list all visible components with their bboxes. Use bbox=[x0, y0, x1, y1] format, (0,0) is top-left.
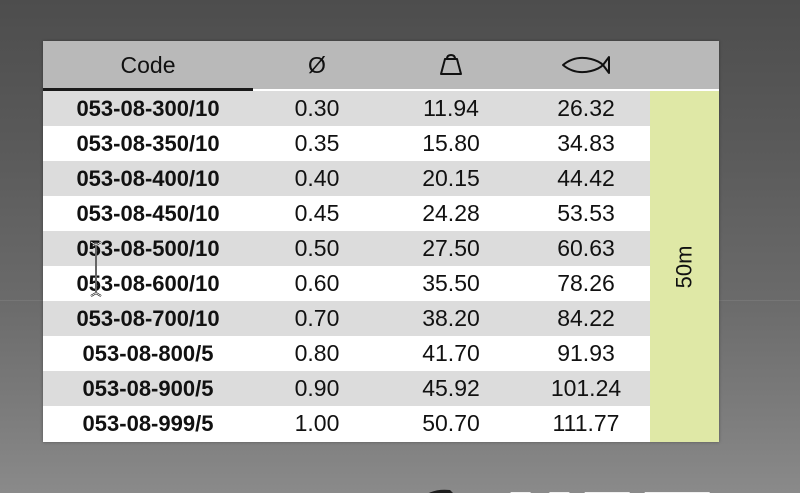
cell-diameter: 0.35 bbox=[294, 130, 340, 156]
table-body: 053-08-300/10 0.30 11.94 26.32 053-08-350/10… bbox=[43, 91, 651, 441]
cell-code: 053-08-700/10 bbox=[76, 306, 220, 331]
header-diameter: Ø bbox=[308, 51, 326, 78]
background-line bbox=[719, 300, 800, 301]
cell-diameter: 0.30 bbox=[294, 95, 340, 121]
table-row: 053-08-300/10 0.30 11.94 26.32 bbox=[43, 91, 651, 126]
table-row: 053-08-700/10 0.70 38.20 84.22 bbox=[43, 301, 651, 336]
table-row: 053-08-999/5 1.00 50.70 111.77 bbox=[43, 406, 651, 441]
table-row: 053-08-900/5 0.90 45.92 101.24 bbox=[43, 371, 651, 406]
cell-weight: 41.70 bbox=[422, 340, 480, 366]
cell-code: 053-08-350/10 bbox=[76, 131, 220, 156]
cell-diameter: 0.90 bbox=[294, 375, 340, 401]
cell-weight: 38.20 bbox=[422, 305, 480, 331]
table-header: Code Ø bbox=[43, 41, 719, 89]
cell-code: 053-08-400/10 bbox=[76, 166, 220, 191]
weight-icon bbox=[440, 53, 462, 75]
cell-code: 053-08-900/5 bbox=[82, 376, 214, 401]
cell-weight: 50.70 bbox=[422, 410, 480, 436]
cell-fish: 44.42 bbox=[557, 165, 615, 191]
cell-code: 053-08-500/10 bbox=[76, 236, 220, 261]
cell-code: 053-08-300/10 bbox=[76, 96, 220, 121]
cell-diameter: 0.60 bbox=[294, 270, 340, 296]
cell-code: 053-08-800/5 bbox=[82, 341, 214, 366]
product-table: Code Ø 053-08-300/10 0.30 11.94 26.32 053-08… bbox=[43, 41, 719, 442]
cell-weight: 45.92 bbox=[422, 375, 480, 401]
cell-diameter: 1.00 bbox=[294, 410, 340, 436]
cell-weight: 15.80 bbox=[422, 130, 480, 156]
cell-weight: 24.28 bbox=[422, 200, 480, 226]
cell-diameter: 0.50 bbox=[294, 235, 340, 261]
length-column: 50m bbox=[650, 91, 719, 442]
cell-fish: 26.32 bbox=[557, 95, 615, 121]
header-fish bbox=[521, 41, 651, 89]
header-code: Code bbox=[120, 51, 176, 78]
background-line bbox=[0, 300, 43, 301]
cell-fish: 60.63 bbox=[557, 235, 615, 261]
cell-fish: 111.77 bbox=[552, 410, 620, 436]
cell-code: 053-08-999/5 bbox=[82, 411, 214, 436]
cell-weight: 27.50 bbox=[422, 235, 480, 261]
table-row: 053-08-450/10 0.45 24.28 53.53 bbox=[43, 196, 651, 231]
cell-weight: 35.50 bbox=[422, 270, 480, 296]
cell-code: 053-08-450/10 bbox=[76, 201, 220, 226]
cell-diameter: 0.45 bbox=[294, 200, 340, 226]
table-row: 053-08-500/10 0.50 27.50 60.63 bbox=[43, 231, 651, 266]
cell-fish: 78.26 bbox=[557, 270, 615, 296]
cell-fish: 101.24 bbox=[550, 375, 622, 401]
table-row: 053-08-800/5 0.80 41.70 91.93 bbox=[43, 336, 651, 371]
length-label: 50m bbox=[671, 245, 697, 288]
table-row: 053-08-350/10 0.35 15.80 34.83 bbox=[43, 126, 651, 161]
cell-diameter: 0.40 bbox=[294, 165, 340, 191]
cell-fish: 84.22 bbox=[557, 305, 615, 331]
cell-weight: 20.15 bbox=[422, 165, 480, 191]
header-length bbox=[651, 41, 719, 89]
cell-fish: 34.83 bbox=[557, 130, 615, 156]
cell-diameter: 0.80 bbox=[294, 340, 340, 366]
table-row: 053-08-400/10 0.40 20.15 44.42 bbox=[43, 161, 651, 196]
fish-icon bbox=[562, 56, 610, 74]
cell-diameter: 0.70 bbox=[294, 305, 340, 331]
cell-code: 053-08-600/10 bbox=[76, 271, 220, 296]
cell-fish: 53.53 bbox=[557, 200, 615, 226]
top-strip bbox=[0, 0, 800, 12]
cell-fish: 91.93 bbox=[557, 340, 615, 366]
brand-logo-partial bbox=[428, 489, 710, 493]
table-row: 053-08-600/10 0.60 35.50 78.26 bbox=[43, 266, 651, 301]
header-weight bbox=[381, 41, 521, 89]
cell-weight: 11.94 bbox=[423, 95, 479, 121]
